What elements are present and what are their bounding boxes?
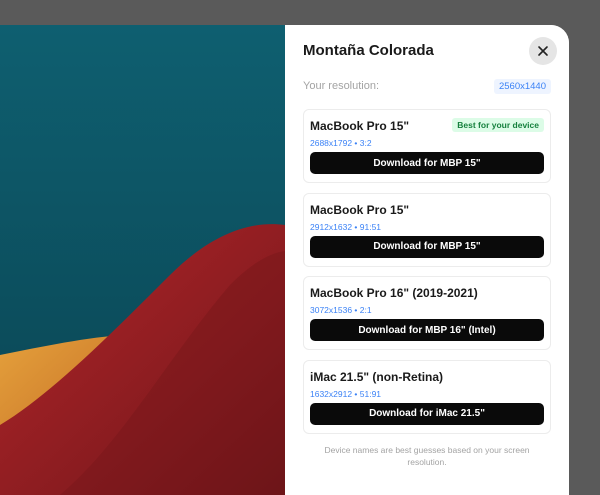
download-button[interactable]: Download for iMac 21.5" xyxy=(310,402,544,425)
device-card: MacBook Pro 15" Best for your device 268… xyxy=(303,109,551,183)
wallpaper-preview xyxy=(0,25,285,495)
device-specs: 3072x1536 • 2:1 xyxy=(310,305,372,315)
device-specs: 2912x1632 • 91:51 xyxy=(310,221,382,232)
device-name: iMac 21.5" (non-Retina) xyxy=(310,369,444,384)
footnote: Device names are best guesses based on y… xyxy=(324,445,530,467)
device-card: MacBook Pro 16" (2019-2021) 3072x1536 • … xyxy=(303,276,551,350)
device-name: MacBook Pro 15" xyxy=(310,119,410,133)
device-specs: 2688x1792 • 3:2 xyxy=(310,138,372,148)
panel-title: Montaña Colorada xyxy=(303,42,434,59)
download-button[interactable]: Download for MBP 15" xyxy=(310,152,544,174)
download-button[interactable]: Download for MBP 16" (Intel) xyxy=(310,319,544,341)
download-button[interactable]: Download for MBP 15" xyxy=(310,235,544,258)
resolution-badge: 2560x1440 xyxy=(493,79,551,94)
device-specs: 1632x2912 • 51:91 xyxy=(310,388,382,399)
device-name: MacBook Pro 15" xyxy=(310,202,410,217)
device-card: iMac 21.5" (non-Retina) 1632x2912 • 51:9… xyxy=(303,359,551,434)
device-list: MacBook Pro 15" Best for your device 268… xyxy=(303,109,551,443)
device-name: MacBook Pro 16" (2019-2021) xyxy=(310,286,478,300)
best-device-badge: Best for your device xyxy=(452,118,544,132)
close-icon xyxy=(538,46,548,56)
app-window: Montaña Colorada Your resolution: 2560x1… xyxy=(0,25,569,495)
download-panel: Montaña Colorada Your resolution: 2560x1… xyxy=(285,25,569,495)
device-card: MacBook Pro 15" 2912x1632 • 91:51 Downlo… xyxy=(303,192,551,267)
close-button[interactable] xyxy=(529,37,557,65)
resolution-label: Your resolution: xyxy=(303,80,380,92)
